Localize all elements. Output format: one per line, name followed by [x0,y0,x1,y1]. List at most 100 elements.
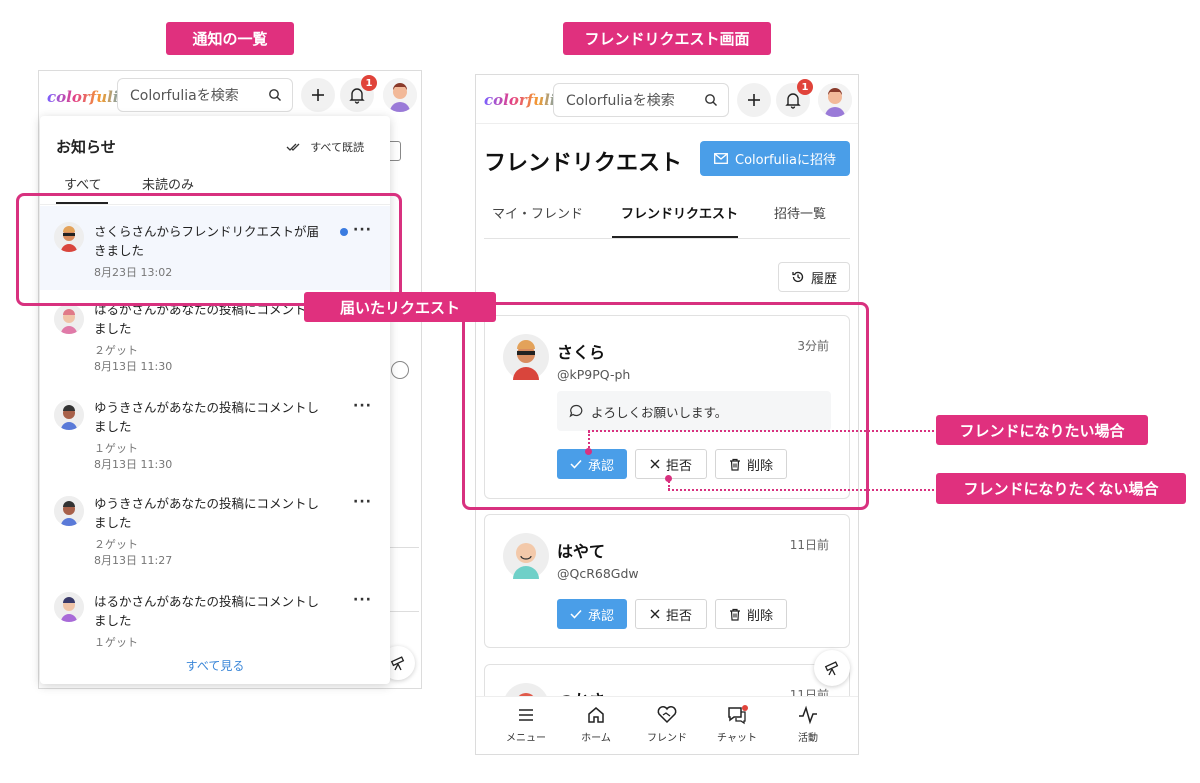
tab-unread[interactable]: 未読のみ [142,174,194,193]
avatar-yuki-icon [54,400,84,430]
mail-icon [714,153,728,164]
menu-icon [519,709,533,721]
avatar-haruka-icon [54,304,84,334]
right-heading-tag: フレンドリクエスト画面 [563,22,771,55]
notification-item[interactable]: はるかさんがあなたの投稿にコメントしました １ゲット ··· [40,590,390,650]
avatar-illustration-icon [383,78,417,112]
chat-icon [728,705,748,725]
notification-count-badge: 1 [361,75,377,91]
close-icon [650,609,660,619]
notification-snippet: １ゲット [94,636,138,649]
history-label: 履歴 [810,271,837,287]
friend-request-card: はやて @QcR68Gdw 11日前 承認 拒否 削除 [484,514,850,648]
telescope-icon [390,656,405,671]
tab-friend-requests[interactable]: フレンドリクエスト [621,203,738,222]
double-check-icon [286,143,300,151]
nav-home[interactable]: ホーム [561,705,631,744]
tab-invitations[interactable]: 招待一覧 [774,203,826,222]
approve-connector [588,430,934,432]
not-want-friend-tag: フレンドになりたくない場合 [936,473,1186,504]
tab-my-friends[interactable]: マイ・フレンド [492,203,583,222]
see-all-link[interactable]: すべて見る [40,657,390,674]
nav-activity[interactable]: 活動 [773,705,843,744]
page-title: フレンドリクエスト [484,151,683,176]
trash-icon [729,608,740,621]
left-heading-tag: 通知の一覧 [166,22,294,55]
add-button[interactable] [301,78,335,112]
avatar-illustration-icon [818,83,852,117]
tabs-divider [484,238,850,239]
invite-button-label: Colorfuliaに招待 [735,153,836,168]
avatar-haruka-icon [54,592,84,622]
request-time: 11日前 [789,538,829,552]
approve-button[interactable]: 承認 [557,599,627,629]
nav-home-label: ホーム [581,733,611,744]
notification-time: 8月13日 11:30 [94,458,173,471]
user-avatar[interactable] [383,78,417,112]
bottom-navigation: メニュー ホーム フレンド チャット 活動 [476,696,858,754]
nav-chat[interactable]: チャット [702,705,772,744]
reject-button[interactable]: 拒否 [635,599,707,629]
search-placeholder: Colorfuliaを検索 [566,93,675,109]
handshake-heart-icon [657,706,677,724]
home-icon [588,707,604,723]
background-edge-2 [391,361,409,379]
delete-label: 削除 [746,608,773,624]
search-input[interactable]: Colorfuliaを検索 [117,78,293,112]
nav-activity-label: 活動 [798,733,818,744]
activity-pulse-icon [799,705,817,725]
check-icon [570,609,582,619]
notification-time: 8月13日 11:27 [94,554,173,567]
received-request-highlight [16,193,402,306]
history-button[interactable]: 履歴 [778,262,850,292]
notification-count-badge: 1 [797,79,813,95]
nav-friends-label: フレンド [647,733,687,744]
avatar-yuki-icon [54,496,84,526]
notification-item[interactable]: ゆうきさんがあなたの投稿にコメントしました １ゲット 8月13日 11:30 ·… [40,396,390,480]
telescope-icon [824,661,839,676]
avatar-hayate-icon [503,533,549,579]
header-divider [476,123,858,124]
notification-snippet: ２ゲット [94,344,138,357]
right-topbar: colorfulia Colorfuliaを検索 1 [476,79,858,125]
bell-icon [785,93,801,109]
approve-label: 承認 [587,608,614,624]
plus-icon [312,89,324,101]
delete-button[interactable]: 削除 [715,599,787,629]
mark-all-read-button[interactable]: すべて既読 [286,139,364,155]
reject-connector-dot [665,475,672,482]
search-icon [269,89,281,101]
notification-title: お知らせ [56,138,116,156]
user-avatar[interactable] [818,83,852,117]
mark-all-read-label: すべて既読 [310,141,364,154]
search-icon [705,94,717,106]
nav-menu-label: メニュー [506,733,546,744]
notification-text: ゆうきさんがあなたの投稿にコメントしました [94,400,320,434]
approve-connector-dot [585,448,592,455]
more-options-button[interactable]: ··· [353,592,372,608]
history-icon [792,271,804,283]
notification-snippet: １ゲット [94,442,138,455]
notification-text: ゆうきさんがあなたの投稿にコメントしました [94,496,320,530]
notification-snippet: ２ゲット [94,538,138,551]
search-input[interactable]: Colorfuliaを検索 [553,83,729,117]
reject-label: 拒否 [665,608,692,624]
telescope-fab[interactable] [814,650,850,686]
requester-name: はやて [557,542,606,561]
reject-connector [668,489,934,491]
notification-item[interactable]: ゆうきさんがあなたの投稿にコメントしました ２ゲット 8月13日 11:27 ·… [40,492,390,576]
plus-icon [748,94,760,106]
nav-chat-label: チャット [717,733,757,744]
want-friend-tag: フレンドになりたい場合 [936,415,1148,445]
notification-time: 8月13日 11:30 [94,360,173,373]
add-button[interactable] [737,83,771,117]
invite-button[interactable]: Colorfuliaに招待 [700,141,850,176]
more-options-button[interactable]: ··· [353,494,372,510]
received-request-tag: 届いたリクエスト [304,292,496,322]
nav-menu[interactable]: メニュー [491,705,561,744]
notification-text: はるかさんがあなたの投稿にコメントしました [94,594,320,628]
tab-all[interactable]: すべて [64,174,102,193]
more-options-button[interactable]: ··· [353,398,372,414]
requester-handle: @QcR68Gdw [557,566,639,581]
nav-friends[interactable]: フレンド [632,705,702,744]
